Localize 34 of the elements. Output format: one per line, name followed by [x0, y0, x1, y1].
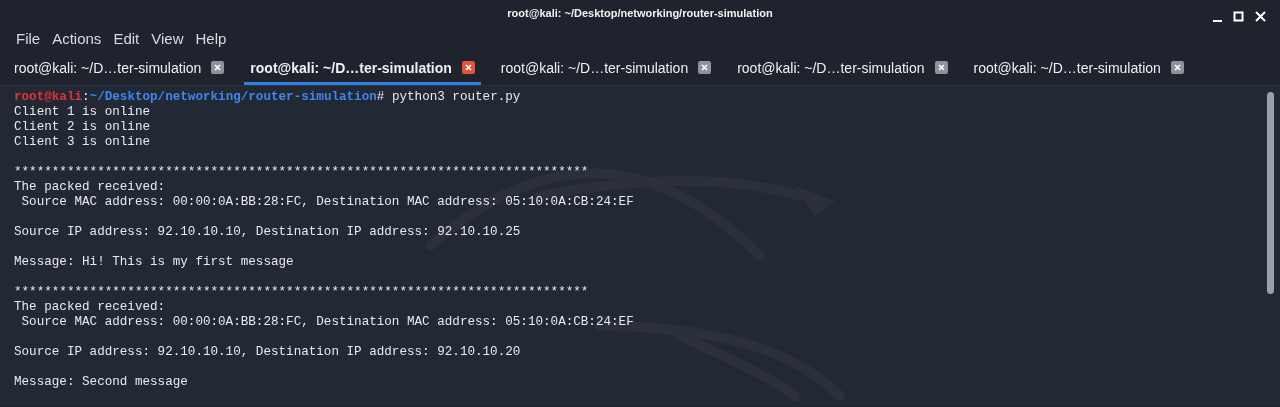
output-line: The packed received:	[14, 300, 167, 315]
prompt-user: root@kali	[14, 90, 83, 104]
output-line: Source MAC address: 00:00:0A:BB:28:FC, Destination MAC address: 05:10:0A:CB:24:EF	[20, 195, 635, 210]
close-tab-icon[interactable]	[698, 61, 712, 74]
menu-item[interactable]: Edit	[107, 26, 146, 52]
window-title: root@kali: ~/Desktop/networking/router-simulation	[507, 6, 773, 21]
output-line: Message: Hi! This is my first message	[14, 255, 295, 270]
scrollbar[interactable]	[1267, 92, 1274, 294]
command-text: # python3 router.py	[376, 90, 521, 104]
prompt-path: ~/Desktop/networking/router-simulation	[89, 90, 377, 104]
minimize-icon	[1212, 19, 1222, 22]
terminal-tab[interactable]: root@kali: ~/D…ter-simulation	[8, 55, 231, 85]
output-line: Source IP address: 92.10.10.10, Destination IP address: 92.10.10.25	[14, 225, 522, 240]
output-line: Source MAC address: 00:00:0A:BB:28:FC, Destination MAC address: 05:10:0A:CB:24:EF	[20, 315, 635, 330]
output-line: Client 2 is online	[14, 120, 152, 135]
output-line: Message: Second message	[14, 375, 189, 390]
terminal-tab[interactable]: root@kali: ~/D…ter-simulation	[731, 55, 954, 85]
menu-item[interactable]: File	[10, 26, 47, 52]
menu-item[interactable]: View	[145, 26, 190, 52]
close-tab-icon[interactable]	[934, 61, 948, 74]
menu-item[interactable]: Help	[189, 26, 233, 52]
terminal-tab[interactable]: root@kali: ~/D…ter-simulation	[967, 55, 1190, 85]
output-line: Client 1 is online	[14, 105, 152, 120]
output-line: ****************************************************************************	[14, 285, 590, 300]
output-line: Client 3 is online	[14, 135, 152, 150]
terminal-tab[interactable]: root@kali: ~/D…ter-simulation	[494, 55, 718, 85]
close-tab-icon[interactable]	[1170, 61, 1184, 74]
close-tab-icon[interactable]	[211, 61, 225, 74]
output-line: Source IP address: 92.10.10.10, Destination IP address: 92.10.10.20	[14, 345, 522, 360]
menu-item[interactable]: Actions	[46, 26, 108, 52]
command-text: :	[82, 90, 90, 104]
output-line: ****************************************************************************	[14, 165, 590, 180]
close-tab-icon[interactable]	[461, 61, 475, 74]
output-line: The packed received:	[14, 180, 167, 195]
